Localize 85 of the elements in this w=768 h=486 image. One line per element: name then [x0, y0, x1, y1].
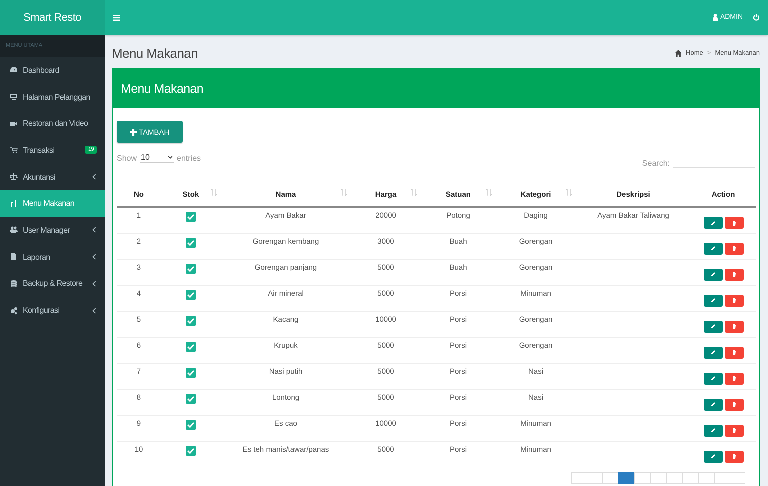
database-icon — [10, 280, 18, 288]
pencil-icon — [710, 454, 716, 459]
pencil-icon — [710, 220, 716, 226]
stock-checkbox[interactable] — [186, 238, 196, 248]
sidebar-item[interactable]: Backup & Restore — [0, 270, 105, 298]
balance-scale-icon — [10, 173, 18, 182]
sidebar-item[interactable]: Restoran dan Video — [0, 110, 105, 138]
sidebar-item[interactable]: Dashboard — [0, 57, 105, 84]
delete-button[interactable] — [724, 217, 744, 229]
edit-button[interactable] — [704, 268, 722, 280]
edit-button[interactable] — [704, 450, 722, 462]
show-label: Show — [117, 154, 138, 162]
sidebar-item[interactable]: Konfigurasi — [0, 297, 105, 324]
sidebar-item[interactable]: Akuntansi — [0, 164, 105, 190]
trash-icon — [732, 272, 736, 277]
edit-button[interactable] — [704, 398, 722, 410]
edit-button[interactable] — [704, 294, 722, 306]
pencil-icon — [710, 246, 716, 251]
dashboard-icon — [10, 66, 18, 74]
trash-icon — [732, 298, 736, 303]
home-icon — [675, 50, 682, 56]
sort-icon — [566, 189, 572, 196]
pencil-icon — [710, 324, 716, 329]
delete-button[interactable] — [724, 242, 744, 254]
stock-checkbox[interactable] — [186, 316, 196, 326]
monitor-icon — [10, 93, 18, 102]
entries-select[interactable]: 10 — [140, 153, 174, 163]
cart-icon — [10, 146, 18, 154]
edit-button[interactable] — [704, 372, 722, 384]
delete-button[interactable] — [724, 424, 744, 436]
sort-icon — [411, 189, 417, 196]
users-icon — [10, 226, 18, 234]
edit-button[interactable] — [704, 217, 722, 229]
pencil-icon — [710, 402, 716, 407]
delete-button[interactable] — [724, 450, 744, 462]
document-icon — [10, 253, 18, 262]
trash-icon — [732, 324, 736, 329]
sort-icon — [211, 189, 217, 196]
sort-icon — [341, 189, 347, 196]
power-icon[interactable] — [753, 14, 760, 21]
stock-checkbox[interactable] — [186, 212, 196, 222]
delete-button[interactable] — [724, 346, 744, 358]
delete-button[interactable] — [724, 398, 744, 410]
trash-icon — [732, 350, 736, 355]
trash-icon — [732, 220, 736, 226]
delete-button[interactable] — [724, 372, 744, 384]
entries-label: entries — [177, 154, 202, 162]
sidebar-item[interactable]: Laporan — [0, 244, 105, 270]
search-label: Search: — [642, 158, 670, 168]
sidebar-item[interactable]: User Manager — [0, 217, 105, 244]
trash-icon — [732, 246, 736, 251]
edit-button[interactable] — [704, 242, 722, 254]
pencil-icon — [710, 298, 716, 303]
delete-button[interactable] — [724, 294, 744, 306]
stock-checkbox[interactable] — [186, 290, 196, 300]
pencil-icon — [710, 272, 716, 277]
cutlery-icon — [10, 200, 18, 208]
pencil-icon — [710, 350, 716, 355]
trash-icon — [732, 428, 736, 433]
trash-icon — [732, 454, 736, 459]
stock-checkbox[interactable] — [186, 342, 196, 352]
sidebar-item[interactable]: Halaman Pelanggan — [0, 84, 105, 110]
page-title: Menu Makanan — [112, 46, 200, 60]
edit-button[interactable] — [704, 424, 722, 436]
pencil-icon — [710, 428, 716, 433]
trash-icon — [732, 376, 736, 381]
sort-icon — [486, 189, 492, 196]
plus-icon — [130, 128, 137, 136]
edit-button[interactable] — [704, 320, 722, 332]
stock-checkbox[interactable] — [186, 394, 196, 404]
trash-icon — [732, 402, 736, 407]
card-title: Menu Makanan — [113, 69, 759, 108]
video-camera-icon — [10, 120, 18, 128]
user-icon — [713, 14, 718, 21]
delete-button[interactable] — [724, 320, 744, 332]
edit-button[interactable] — [704, 346, 722, 358]
stock-checkbox[interactable] — [186, 420, 196, 430]
delete-button[interactable] — [724, 268, 744, 280]
stock-checkbox[interactable] — [186, 446, 196, 456]
caret-down-icon — [168, 155, 174, 160]
pencil-icon — [710, 376, 716, 381]
check-icon — [186, 212, 196, 222]
stock-checkbox[interactable] — [186, 264, 196, 274]
stock-checkbox[interactable] — [186, 368, 196, 378]
menu-icon[interactable] — [113, 14, 120, 20]
